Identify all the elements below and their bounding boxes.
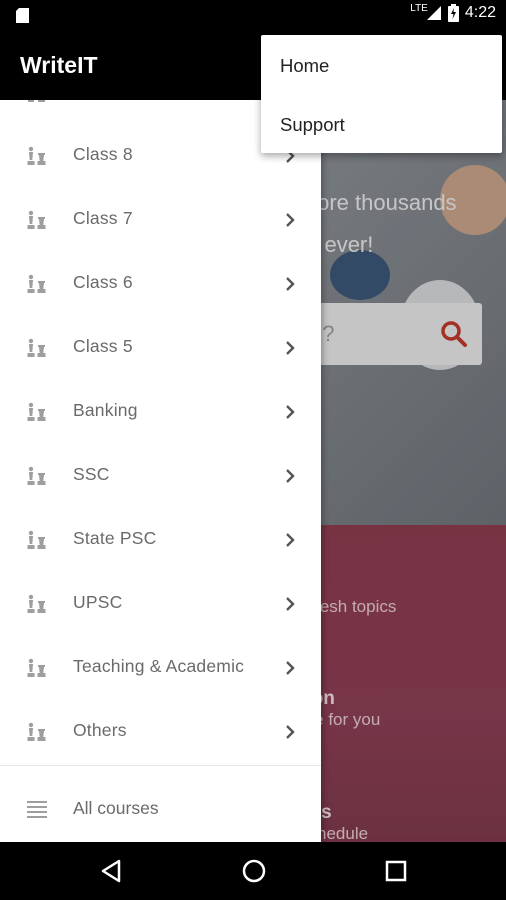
chevron-right-icon bbox=[286, 213, 295, 227]
status-right: LTE 4:22 bbox=[410, 2, 496, 22]
drawer-item-label: Teaching & Academic bbox=[73, 656, 245, 676]
chess-pieces-icon bbox=[27, 722, 46, 741]
all-courses-item[interactable]: All courses bbox=[0, 776, 321, 840]
drawer-item-label: Class 8 bbox=[73, 144, 133, 164]
drawer-item[interactable]: Class 5 bbox=[0, 316, 321, 380]
navigation-drawer: Class 8 Class 7 Class 6 Class 5 Banking SSC St… bbox=[0, 100, 321, 842]
drawer-item[interactable]: Others bbox=[0, 700, 321, 764]
battery-icon bbox=[447, 4, 459, 22]
drawer-item-label: Banking bbox=[73, 400, 138, 420]
menu-item-home[interactable]: Home bbox=[280, 55, 329, 77]
system-navigation-bar bbox=[0, 842, 506, 900]
all-courses-label: All courses bbox=[73, 798, 159, 818]
drawer-item[interactable]: Class 7 bbox=[0, 188, 321, 252]
overflow-menu: Home Support bbox=[261, 35, 502, 153]
chess-pieces-icon bbox=[27, 146, 46, 165]
chevron-right-icon bbox=[286, 469, 295, 483]
drawer-item-label: Class 7 bbox=[73, 208, 133, 228]
drawer-divider bbox=[0, 765, 321, 766]
chess-pieces-icon bbox=[27, 466, 46, 485]
chevron-right-icon bbox=[286, 661, 295, 675]
back-icon[interactable] bbox=[97, 856, 127, 886]
recents-icon[interactable] bbox=[381, 856, 411, 886]
drawer-item-label: SSC bbox=[73, 464, 110, 484]
chevron-right-icon bbox=[286, 725, 295, 739]
chevron-right-icon bbox=[286, 597, 295, 611]
chevron-right-icon bbox=[286, 405, 295, 419]
chess-pieces-icon bbox=[27, 530, 46, 549]
clock: 4:22 bbox=[464, 4, 496, 21]
chevron-right-icon bbox=[286, 533, 295, 547]
drawer-item[interactable]: State PSC bbox=[0, 508, 321, 572]
drawer-item-label: State PSC bbox=[73, 528, 157, 548]
signal-icon bbox=[426, 6, 441, 20]
drawer-item[interactable]: Banking bbox=[0, 380, 321, 444]
chess-pieces-icon bbox=[28, 100, 45, 102]
status-bar: LTE 4:22 bbox=[0, 0, 506, 32]
menu-item-support[interactable]: Support bbox=[280, 114, 345, 136]
chess-pieces-icon bbox=[27, 210, 46, 229]
chess-pieces-icon bbox=[27, 338, 46, 357]
chevron-right-icon bbox=[286, 277, 295, 291]
list-icon bbox=[27, 801, 47, 818]
sd-card-icon bbox=[16, 8, 29, 23]
drawer-item-label: Others bbox=[73, 720, 127, 740]
home-icon[interactable] bbox=[239, 856, 269, 886]
drawer-item-label: UPSC bbox=[73, 592, 123, 612]
chevron-right-icon bbox=[286, 341, 295, 355]
chess-pieces-icon bbox=[27, 274, 46, 293]
chess-pieces-icon bbox=[27, 402, 46, 421]
drawer-item[interactable]: UPSC bbox=[0, 572, 321, 636]
drawer-item[interactable]: Class 6 bbox=[0, 252, 321, 316]
chess-pieces-icon bbox=[27, 594, 46, 613]
drawer-item-label: Class 5 bbox=[73, 336, 133, 356]
drawer-item[interactable]: SSC bbox=[0, 444, 321, 508]
drawer-item[interactable]: Teaching & Academic bbox=[0, 636, 321, 700]
drawer-item-label: Class 6 bbox=[73, 272, 133, 292]
app-title: WriteIT bbox=[20, 52, 98, 78]
chess-pieces-icon bbox=[27, 658, 46, 677]
lte-indicator: LTE bbox=[410, 2, 428, 14]
